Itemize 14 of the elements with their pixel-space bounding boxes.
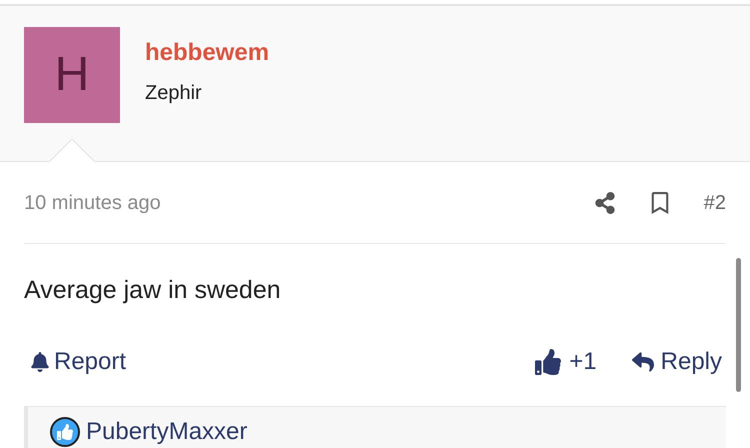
reply-icon xyxy=(630,351,655,373)
user-title: Zephir xyxy=(145,81,203,106)
scrollbar[interactable] xyxy=(736,258,741,392)
like-button[interactable]: +1 xyxy=(535,344,597,380)
reply-button[interactable]: Reply xyxy=(630,344,726,380)
post-text: Average jaw in sweden xyxy=(24,275,282,306)
post-number[interactable]: #2 xyxy=(704,188,726,218)
bookmark-icon[interactable] xyxy=(650,192,670,214)
quote-author[interactable]: PubertyMaxxer xyxy=(86,417,248,447)
share-icon[interactable] xyxy=(594,192,616,214)
username[interactable]: hebbewem xyxy=(145,35,270,71)
bell-icon xyxy=(30,352,50,372)
report-button[interactable]: Report xyxy=(24,344,126,380)
thumbs-up-icon xyxy=(535,349,562,375)
